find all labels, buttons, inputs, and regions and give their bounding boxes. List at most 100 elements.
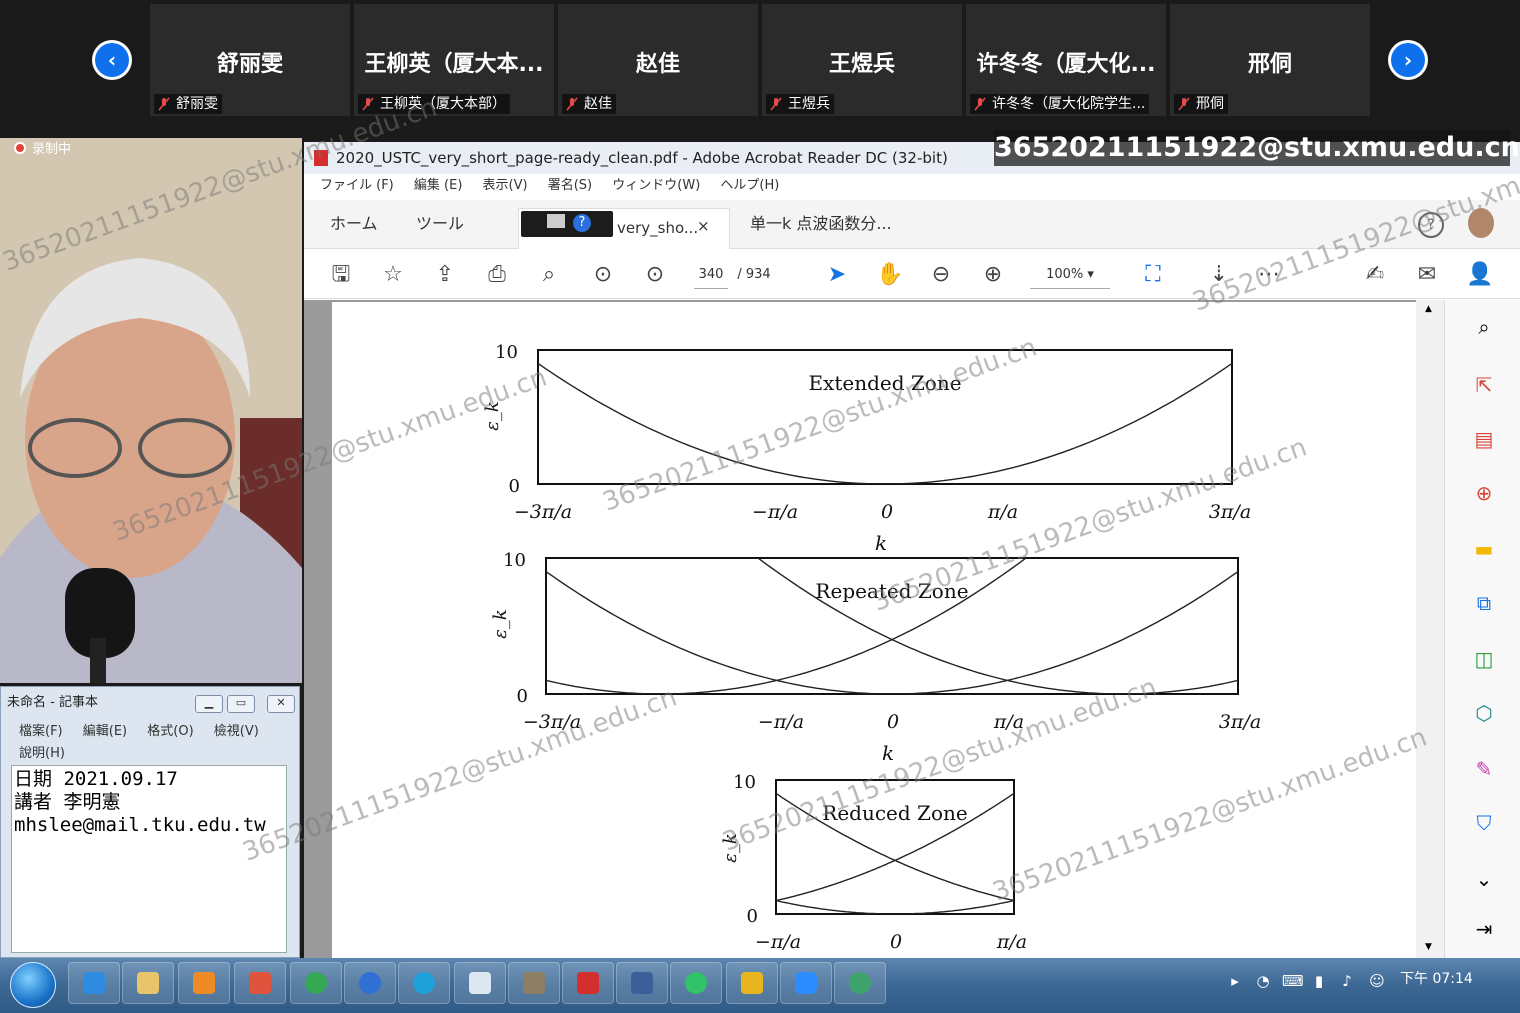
tab-document-active[interactable]: ? very_sho... × <box>518 208 730 249</box>
collapse-pane-icon[interactable]: ⇥ <box>1471 916 1497 942</box>
previous-page-icon[interactable]: ⊙ <box>590 262 616 288</box>
upload-cloud-icon[interactable]: ⇪ <box>432 262 458 288</box>
taskbar-wechat[interactable] <box>670 962 722 1004</box>
taskbar-notepad[interactable] <box>454 962 506 1004</box>
add-user-icon[interactable]: 👤 <box>1466 262 1493 288</box>
sign-icon[interactable]: ✍ <box>1362 262 1388 288</box>
menu-window[interactable]: ウィンドウ(W) <box>612 178 700 193</box>
tab-tools[interactable]: ツール <box>416 210 464 234</box>
taskbar-app[interactable] <box>508 962 560 1004</box>
participant-tile[interactable]: 王柳英（厦大本... 王柳英（厦大本部） <box>354 4 554 116</box>
scroll-up-icon[interactable]: ▲ <box>1425 304 1432 314</box>
taskbar-explorer[interactable] <box>122 962 174 1004</box>
taskbar-media[interactable] <box>178 962 230 1004</box>
select-cursor-icon[interactable]: ➤ <box>824 262 850 288</box>
menu-file[interactable]: ファイル (F) <box>320 178 394 193</box>
close-tab-icon[interactable]: × <box>697 217 710 235</box>
menu-help[interactable]: ヘルプ(H) <box>720 178 779 193</box>
start-button[interactable] <box>10 962 56 1008</box>
taskbar-app[interactable] <box>616 962 668 1004</box>
zoom-in-icon[interactable]: ⊕ <box>980 262 1006 288</box>
menu-help[interactable]: 說明(H) <box>19 746 65 761</box>
menu-file[interactable]: 檔案(F) <box>19 724 63 739</box>
scroll-mode-icon[interactable]: ⇣ <box>1206 262 1232 288</box>
organize-pages-icon[interactable]: ▤ <box>1471 426 1497 452</box>
help-icon[interactable]: ? <box>1418 212 1444 238</box>
taskbar-edge[interactable] <box>398 962 450 1004</box>
participant-tile[interactable]: 赵佳 赵佳 <box>558 4 758 116</box>
taskbar-clock[interactable]: 下午 07:14 <box>1400 968 1473 988</box>
acrobat-menubar: ファイル (F) 編集 (E) 表示(V) 署名(S) ウィンドウ(W) ヘルプ… <box>304 174 1520 198</box>
compress-icon[interactable]: ◫ <box>1471 646 1497 672</box>
next-page-icon[interactable]: ⊙ <box>642 262 668 288</box>
keyboard-icon[interactable] <box>547 214 565 228</box>
taskbar-zoom[interactable] <box>780 962 832 1004</box>
screen-share-toolbar[interactable]: ? <box>521 211 613 237</box>
chevron-down-icon[interactable]: ⌄ <box>1471 866 1497 892</box>
zoom-select[interactable]: 100% ▾ <box>1030 262 1110 289</box>
more-tools-icon[interactable]: ⋯ <box>1256 262 1282 288</box>
x-tick-label: π/a <box>996 931 1027 953</box>
participant-tile[interactable]: 舒丽雯 舒丽雯 <box>150 4 350 116</box>
hand-tool-icon[interactable]: ✋ <box>876 262 903 288</box>
previous-page-button[interactable]: ‹ <box>92 40 132 80</box>
participant-tile[interactable]: 许冬冬（厦大化... 许冬冬（厦大化院学生... <box>966 4 1166 116</box>
menu-edit[interactable]: 編輯(E) <box>83 724 127 739</box>
notepad-text-area[interactable]: 日期 2021.09.17 講者 李明憲 mhslee@mail.tku.edu… <box>11 765 287 953</box>
notepad-title: 未命名 - 記事本 <box>7 695 98 710</box>
document-view[interactable]: Extended Zone 10 0 ε_k −3π/a −π/a 0 π/a 3π/a k Rep… <box>304 300 1444 958</box>
minimize-button[interactable]: ▁ <box>195 695 223 713</box>
email-icon[interactable]: ✉ <box>1414 262 1440 288</box>
maximize-button[interactable]: ▭ <box>227 695 255 713</box>
signal-icon[interactable]: ▮ <box>1310 972 1328 990</box>
menu-format[interactable]: 格式(O) <box>147 724 193 739</box>
create-pdf-icon[interactable]: ⊕ <box>1471 480 1497 506</box>
tray-people-icon[interactable]: ☺ <box>1368 972 1386 990</box>
bookmark-star-icon[interactable]: ☆ <box>380 262 406 288</box>
vertical-scrollbar[interactable]: ▲ ▼ <box>1416 300 1444 958</box>
export-pdf-icon[interactable]: ⇱ <box>1471 372 1497 398</box>
user-avatar[interactable] <box>1468 208 1494 238</box>
scroll-down-icon[interactable]: ▼ <box>1425 942 1432 952</box>
participant-tile[interactable]: 邢侗 邢侗 <box>1170 4 1370 116</box>
search-icon[interactable]: ⌕ <box>1471 314 1497 340</box>
search-zoom-icon[interactable]: ⌕ <box>536 262 562 288</box>
close-button[interactable]: ✕ <box>267 695 295 713</box>
tab-document-2[interactable]: 单一k 点波函数分... <box>750 210 892 234</box>
participant-tile[interactable]: 王煜兵 王煜兵 <box>762 4 962 116</box>
muted-mic-icon <box>1178 97 1190 111</box>
participant-display-name: 赵佳 <box>635 52 680 77</box>
scan-icon[interactable]: ⬡ <box>1471 700 1497 726</box>
next-page-button[interactable]: › <box>1388 40 1428 80</box>
taskbar-app[interactable] <box>344 962 396 1004</box>
fill-sign-icon[interactable]: ✎ <box>1471 756 1497 782</box>
print-icon[interactable]: ⎙ <box>484 262 510 288</box>
taskbar-app[interactable] <box>234 962 286 1004</box>
participant-strip: ‹ › 舒丽雯 舒丽雯 王柳英（厦大本... 王柳英（厦大本部） 赵佳 赵佳 王… <box>0 0 1520 120</box>
volume-icon[interactable]: ♪ <box>1338 972 1356 990</box>
participant-display-name: 王柳英（厦大本... <box>364 52 544 77</box>
tray-keyboard-icon[interactable]: ⌨ <box>1282 972 1304 990</box>
save-icon[interactable]: 🖫 <box>328 262 354 288</box>
help-icon[interactable]: ? <box>573 214 591 232</box>
tray-network-icon[interactable]: ◔ <box>1254 972 1272 990</box>
combine-files-icon[interactable]: ⧉ <box>1471 590 1497 616</box>
tab-home[interactable]: ホーム <box>330 210 378 234</box>
comment-icon[interactable]: ▬ <box>1471 536 1497 562</box>
menu-sign[interactable]: 署名(S) <box>548 178 592 193</box>
menu-view[interactable]: 表示(V) <box>483 178 528 193</box>
fit-page-icon[interactable]: ⛶ <box>1140 262 1166 288</box>
taskbar-ie[interactable] <box>68 962 120 1004</box>
menu-edit[interactable]: 編集 (E) <box>414 178 463 193</box>
y-tick-label: 10 <box>503 550 526 571</box>
taskbar-acrobat[interactable] <box>562 962 614 1004</box>
notepad-window[interactable]: 未命名 - 記事本 ▁ ▭ ✕ 檔案(F) 編輯(E) 格式(O) 檢視(V) … <box>0 686 300 958</box>
taskbar-app[interactable] <box>834 962 886 1004</box>
zoom-out-icon[interactable]: ⊖ <box>928 262 954 288</box>
tray-app-icon[interactable]: ▸ <box>1226 972 1244 990</box>
taskbar-chrome[interactable] <box>290 962 342 1004</box>
protect-icon[interactable]: ⛉ <box>1471 810 1497 836</box>
taskbar-app[interactable] <box>726 962 778 1004</box>
menu-view[interactable]: 檢視(V) <box>214 724 259 739</box>
page-number-input[interactable]: 340 <box>694 262 728 289</box>
